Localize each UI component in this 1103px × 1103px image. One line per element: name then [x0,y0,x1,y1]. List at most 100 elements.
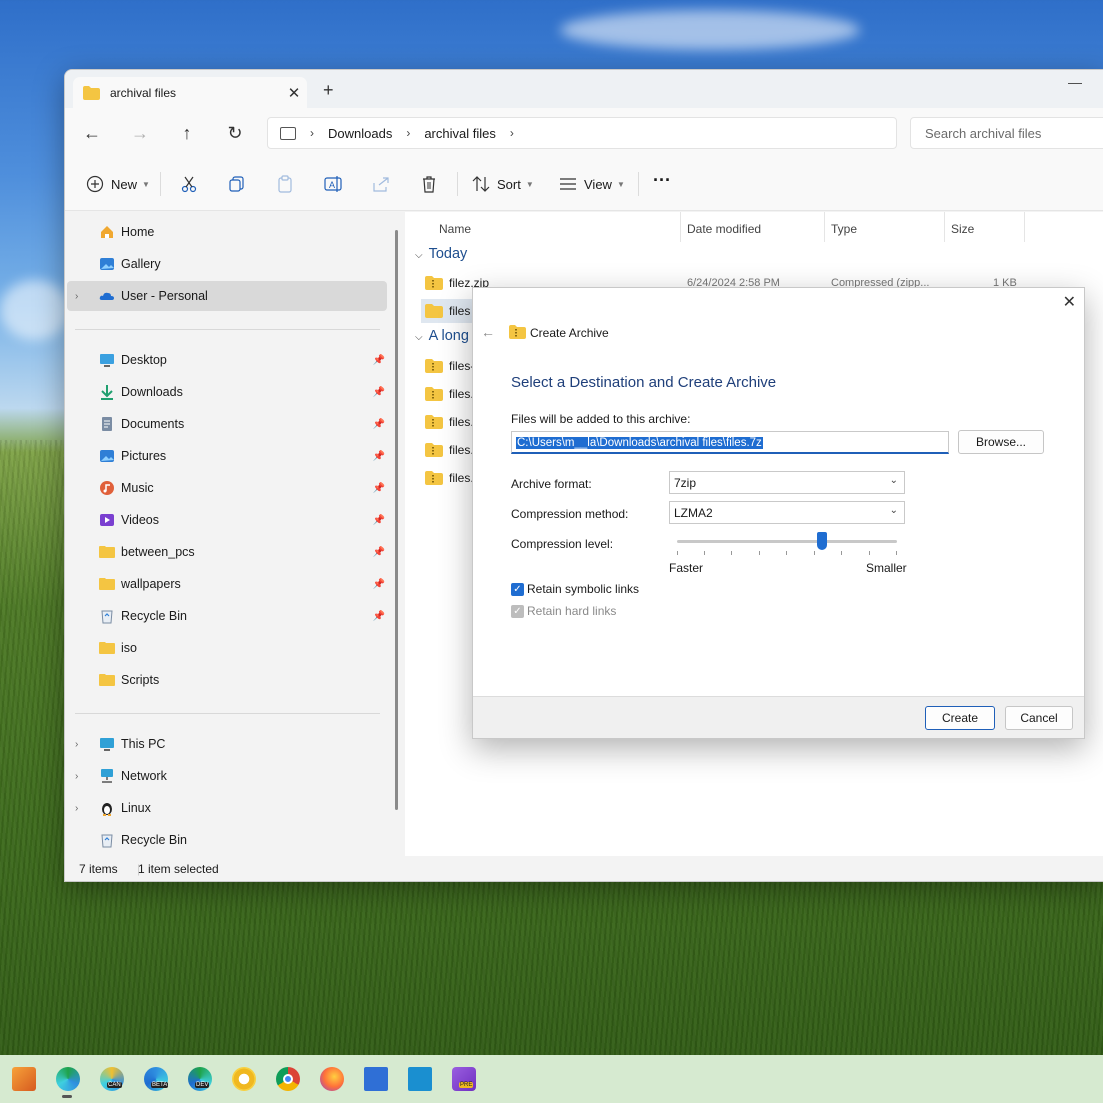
table-row-selected[interactable]: files [421,299,473,323]
edge-canary-icon[interactable]: CAN [100,1067,124,1091]
up-arrow-icon[interactable]: ↑ [174,120,200,146]
pin-icon[interactable]: 📌 [373,579,385,590]
refresh-icon[interactable]: ↻ [222,120,248,146]
sidebar-item-label: Network [121,769,167,783]
sidebar-item-music[interactable]: Music 📌 [67,473,387,503]
table-row[interactable]: files.r [421,410,478,434]
breadcrumb-archival-files[interactable]: archival files [424,126,496,141]
sidebar-item-downloads[interactable]: Downloads 📌 [67,377,387,407]
sidebar-item-linux[interactable]: › Linux [67,793,387,823]
share-button[interactable] [371,174,391,194]
chevron-right-icon[interactable]: › [75,739,89,750]
zip-folder-icon [425,415,443,429]
folder-icon [425,304,443,318]
sidebar-item-gallery[interactable]: Gallery [67,249,387,279]
chrome-canary-icon[interactable] [232,1067,256,1091]
sidebar-item-recycle-bin[interactable]: Recycle Bin 📌 [67,601,387,631]
sidebar-item-label: Scripts [121,673,160,687]
pin-icon[interactable]: 📌 [373,387,385,398]
sidebar-item-between-pcs[interactable]: between_pcs 📌 [67,537,387,567]
chevron-right-icon[interactable]: › [75,803,89,814]
group-header-long-ago[interactable]: ⌵ A long [415,328,469,344]
close-icon[interactable]: ✕ [1063,292,1076,312]
sidebar-item-desktop[interactable]: Desktop 📌 [67,345,387,375]
chevron-right-icon[interactable]: › [75,771,89,782]
symlinks-checkbox[interactable]: ✓ [511,583,524,596]
sidebar-item-iso[interactable]: iso [67,633,387,663]
chevron-right-icon[interactable]: › [75,291,89,302]
sidebar-item-documents[interactable]: Documents 📌 [67,409,387,439]
sidebar-scrollbar[interactable] [395,230,398,810]
minimize-button[interactable]: — [1068,74,1082,90]
sidebar-item-user-personal[interactable]: › User - Personal [67,281,387,311]
group-header-today[interactable]: ⌵ Today [415,246,467,262]
pin-icon[interactable]: 📌 [373,419,385,430]
pin-icon[interactable]: 📌 [373,355,385,366]
music-icon [100,481,114,495]
sort-button[interactable]: Sort ▼ [471,174,534,194]
browse-button[interactable]: Browse... [958,430,1044,454]
delete-button[interactable] [419,174,439,194]
tab-archival-files[interactable]: archival files ✕ [73,77,307,108]
more-options-button[interactable]: ··· [653,170,671,191]
chevron-right-icon[interactable]: › [310,126,314,140]
create-button[interactable]: Create [925,706,995,730]
copy-button[interactable] [227,174,247,194]
table-row[interactable]: files.t [421,438,477,462]
breadcrumb-downloads[interactable]: Downloads [328,126,392,141]
back-arrow-icon[interactable]: ← [79,120,105,146]
firefox-icon[interactable] [320,1067,344,1091]
sidebar-item-wallpapers[interactable]: wallpapers 📌 [67,569,387,599]
pin-icon[interactable]: 📌 [373,515,385,526]
column-header-size[interactable]: Size [945,212,1025,242]
slider-thumb[interactable] [817,532,828,550]
sidebar-item-home[interactable]: Home [67,217,387,247]
pin-icon[interactable]: 📌 [373,483,385,494]
column-header-date[interactable]: Date modified [681,212,825,242]
new-button[interactable]: New ▼ [85,174,150,194]
pin-icon[interactable]: 📌 [373,547,385,558]
sidebar-item-pictures[interactable]: Pictures 📌 [67,441,387,471]
edge-dev-icon[interactable]: DEV [188,1067,212,1091]
sidebar-item-recycle-bin-2[interactable]: Recycle Bin [67,825,387,855]
sidebar-item-label: Documents [121,417,185,431]
tools-app-icon[interactable] [12,1067,36,1091]
sidebar-item-network[interactable]: › Network [67,761,387,791]
column-header-name[interactable]: Name [433,212,681,242]
edge-beta-icon[interactable]: BETA [144,1067,169,1091]
folder-icon [83,85,100,100]
new-tab-button[interactable]: + [323,80,334,101]
breadcrumb[interactable]: › Downloads › archival files › [267,117,897,149]
remote-desktop-icon[interactable] [408,1067,432,1091]
sidebar-item-videos[interactable]: Videos 📌 [67,505,387,535]
back-arrow-icon[interactable]: ← [481,324,495,340]
forward-arrow-icon[interactable]: → [127,120,153,146]
column-header-type[interactable]: Type [825,212,945,242]
search-input[interactable]: Search archival files [910,117,1103,149]
app-preview-icon[interactable]: PRE [452,1067,476,1091]
chevron-right-icon[interactable]: › [406,126,410,140]
compression-level-slider[interactable] [677,540,897,543]
compression-method-select[interactable]: LZMA2 ⌄ [669,501,905,524]
rename-icon: A [324,176,342,192]
archive-path-input[interactable]: C:\Users\m__la\Downloads\archival files\… [511,431,949,454]
chevron-right-icon[interactable]: › [510,126,514,140]
network-icon [101,769,113,783]
cut-button[interactable] [179,174,199,194]
cancel-button[interactable]: Cancel [1005,706,1073,730]
paste-button[interactable] [275,174,295,194]
archive-format-select[interactable]: 7zip ⌄ [669,471,905,494]
view-button[interactable]: View ▼ [558,174,625,194]
pin-icon[interactable]: 📌 [373,451,385,462]
chrome-icon[interactable] [276,1067,300,1091]
edge-browser-icon[interactable] [56,1067,80,1091]
sidebar-item-this-pc[interactable]: › This PC [67,729,387,759]
document-globe-icon[interactable] [364,1067,388,1091]
rename-button[interactable]: A [323,174,343,194]
table-row[interactable]: files- [421,354,474,378]
table-row[interactable]: files.z [421,466,480,490]
hardlinks-checkbox[interactable]: ✓ [511,605,524,618]
close-tab-icon[interactable]: ✕ [281,84,307,102]
pin-icon[interactable]: 📌 [373,611,385,622]
sidebar-item-scripts[interactable]: Scripts [67,665,387,695]
